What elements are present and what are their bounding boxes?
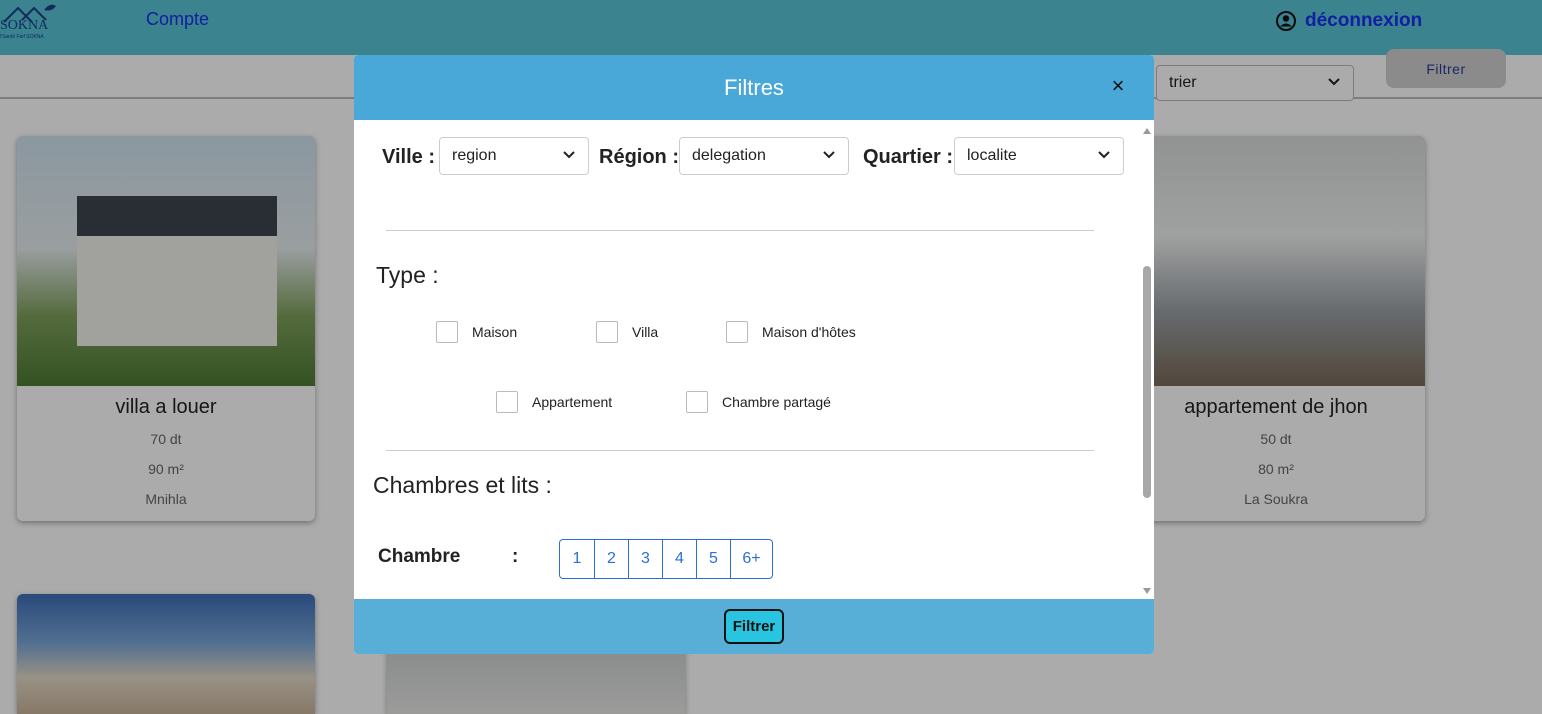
region-label: Région : bbox=[599, 146, 679, 168]
quartier-select[interactable]: localite bbox=[954, 137, 1124, 175]
chevron-down-icon bbox=[822, 147, 836, 165]
chambre-option-6plus[interactable]: 6+ bbox=[730, 540, 772, 578]
checkbox-label: Maison d'hôtes bbox=[762, 324, 856, 340]
checkbox-label: Appartement bbox=[532, 394, 613, 410]
scrollbar-thumb[interactable] bbox=[1143, 266, 1151, 498]
quartier-select-value: localite bbox=[967, 147, 1017, 164]
chambre-option-1[interactable]: 1 bbox=[560, 540, 594, 578]
modal-title: Filtres bbox=[724, 75, 784, 100]
modal-scrollbar[interactable] bbox=[1140, 120, 1154, 599]
checkbox[interactable] bbox=[686, 391, 708, 413]
chevron-down-icon bbox=[1097, 147, 1111, 165]
filter-modal: Filtres × Ville : region Région : delega… bbox=[354, 55, 1154, 654]
type-checkbox-appartement[interactable]: Appartement bbox=[496, 391, 612, 413]
divider bbox=[386, 230, 1094, 231]
ville-select[interactable]: region bbox=[439, 137, 589, 175]
checkbox[interactable] bbox=[726, 321, 748, 343]
apply-filter-button[interactable]: Filtrer bbox=[724, 609, 784, 644]
rooms-section-title: Chambres et lits : bbox=[373, 472, 552, 498]
checkbox[interactable] bbox=[496, 391, 518, 413]
chambre-option-5[interactable]: 5 bbox=[696, 540, 730, 578]
checkbox-label: Chambre partagé bbox=[722, 394, 831, 410]
type-checkbox-chambre-partage[interactable]: Chambre partagé bbox=[686, 391, 831, 413]
modal-header: Filtres × bbox=[354, 55, 1154, 120]
checkbox[interactable] bbox=[436, 321, 458, 343]
chambre-option-3[interactable]: 3 bbox=[628, 540, 662, 578]
divider bbox=[386, 450, 1094, 451]
chevron-down-icon bbox=[562, 147, 576, 165]
chambre-option-4[interactable]: 4 bbox=[662, 540, 696, 578]
ville-label: Ville : bbox=[382, 146, 435, 168]
quartier-label: Quartier : bbox=[863, 146, 954, 168]
modal-footer: Filtrer bbox=[354, 599, 1154, 654]
checkbox[interactable] bbox=[596, 321, 618, 343]
type-checkbox-villa[interactable]: Villa bbox=[596, 321, 658, 343]
checkbox-label: Maison bbox=[472, 324, 518, 340]
region-select[interactable]: delegation bbox=[679, 137, 849, 175]
scroll-up-arrow-icon[interactable] bbox=[1143, 128, 1151, 134]
chambre-colon: : bbox=[512, 546, 519, 567]
type-checkbox-maison[interactable]: Maison bbox=[436, 321, 517, 343]
region-select-value: delegation bbox=[692, 147, 766, 164]
type-checkbox-maison-hotes[interactable]: Maison d'hôtes bbox=[726, 321, 856, 343]
ville-select-value: region bbox=[452, 147, 497, 164]
chambre-label: Chambre bbox=[378, 546, 461, 567]
scroll-down-arrow-icon[interactable] bbox=[1143, 588, 1151, 594]
modal-body: Ville : region Région : delegation Quart… bbox=[354, 120, 1154, 599]
chambre-option-2[interactable]: 2 bbox=[594, 540, 628, 578]
close-icon[interactable]: × bbox=[1108, 73, 1128, 99]
chambre-button-group: 1 2 3 4 5 6+ bbox=[559, 539, 773, 579]
type-section-title: Type : bbox=[376, 262, 439, 288]
checkbox-label: Villa bbox=[632, 324, 659, 340]
